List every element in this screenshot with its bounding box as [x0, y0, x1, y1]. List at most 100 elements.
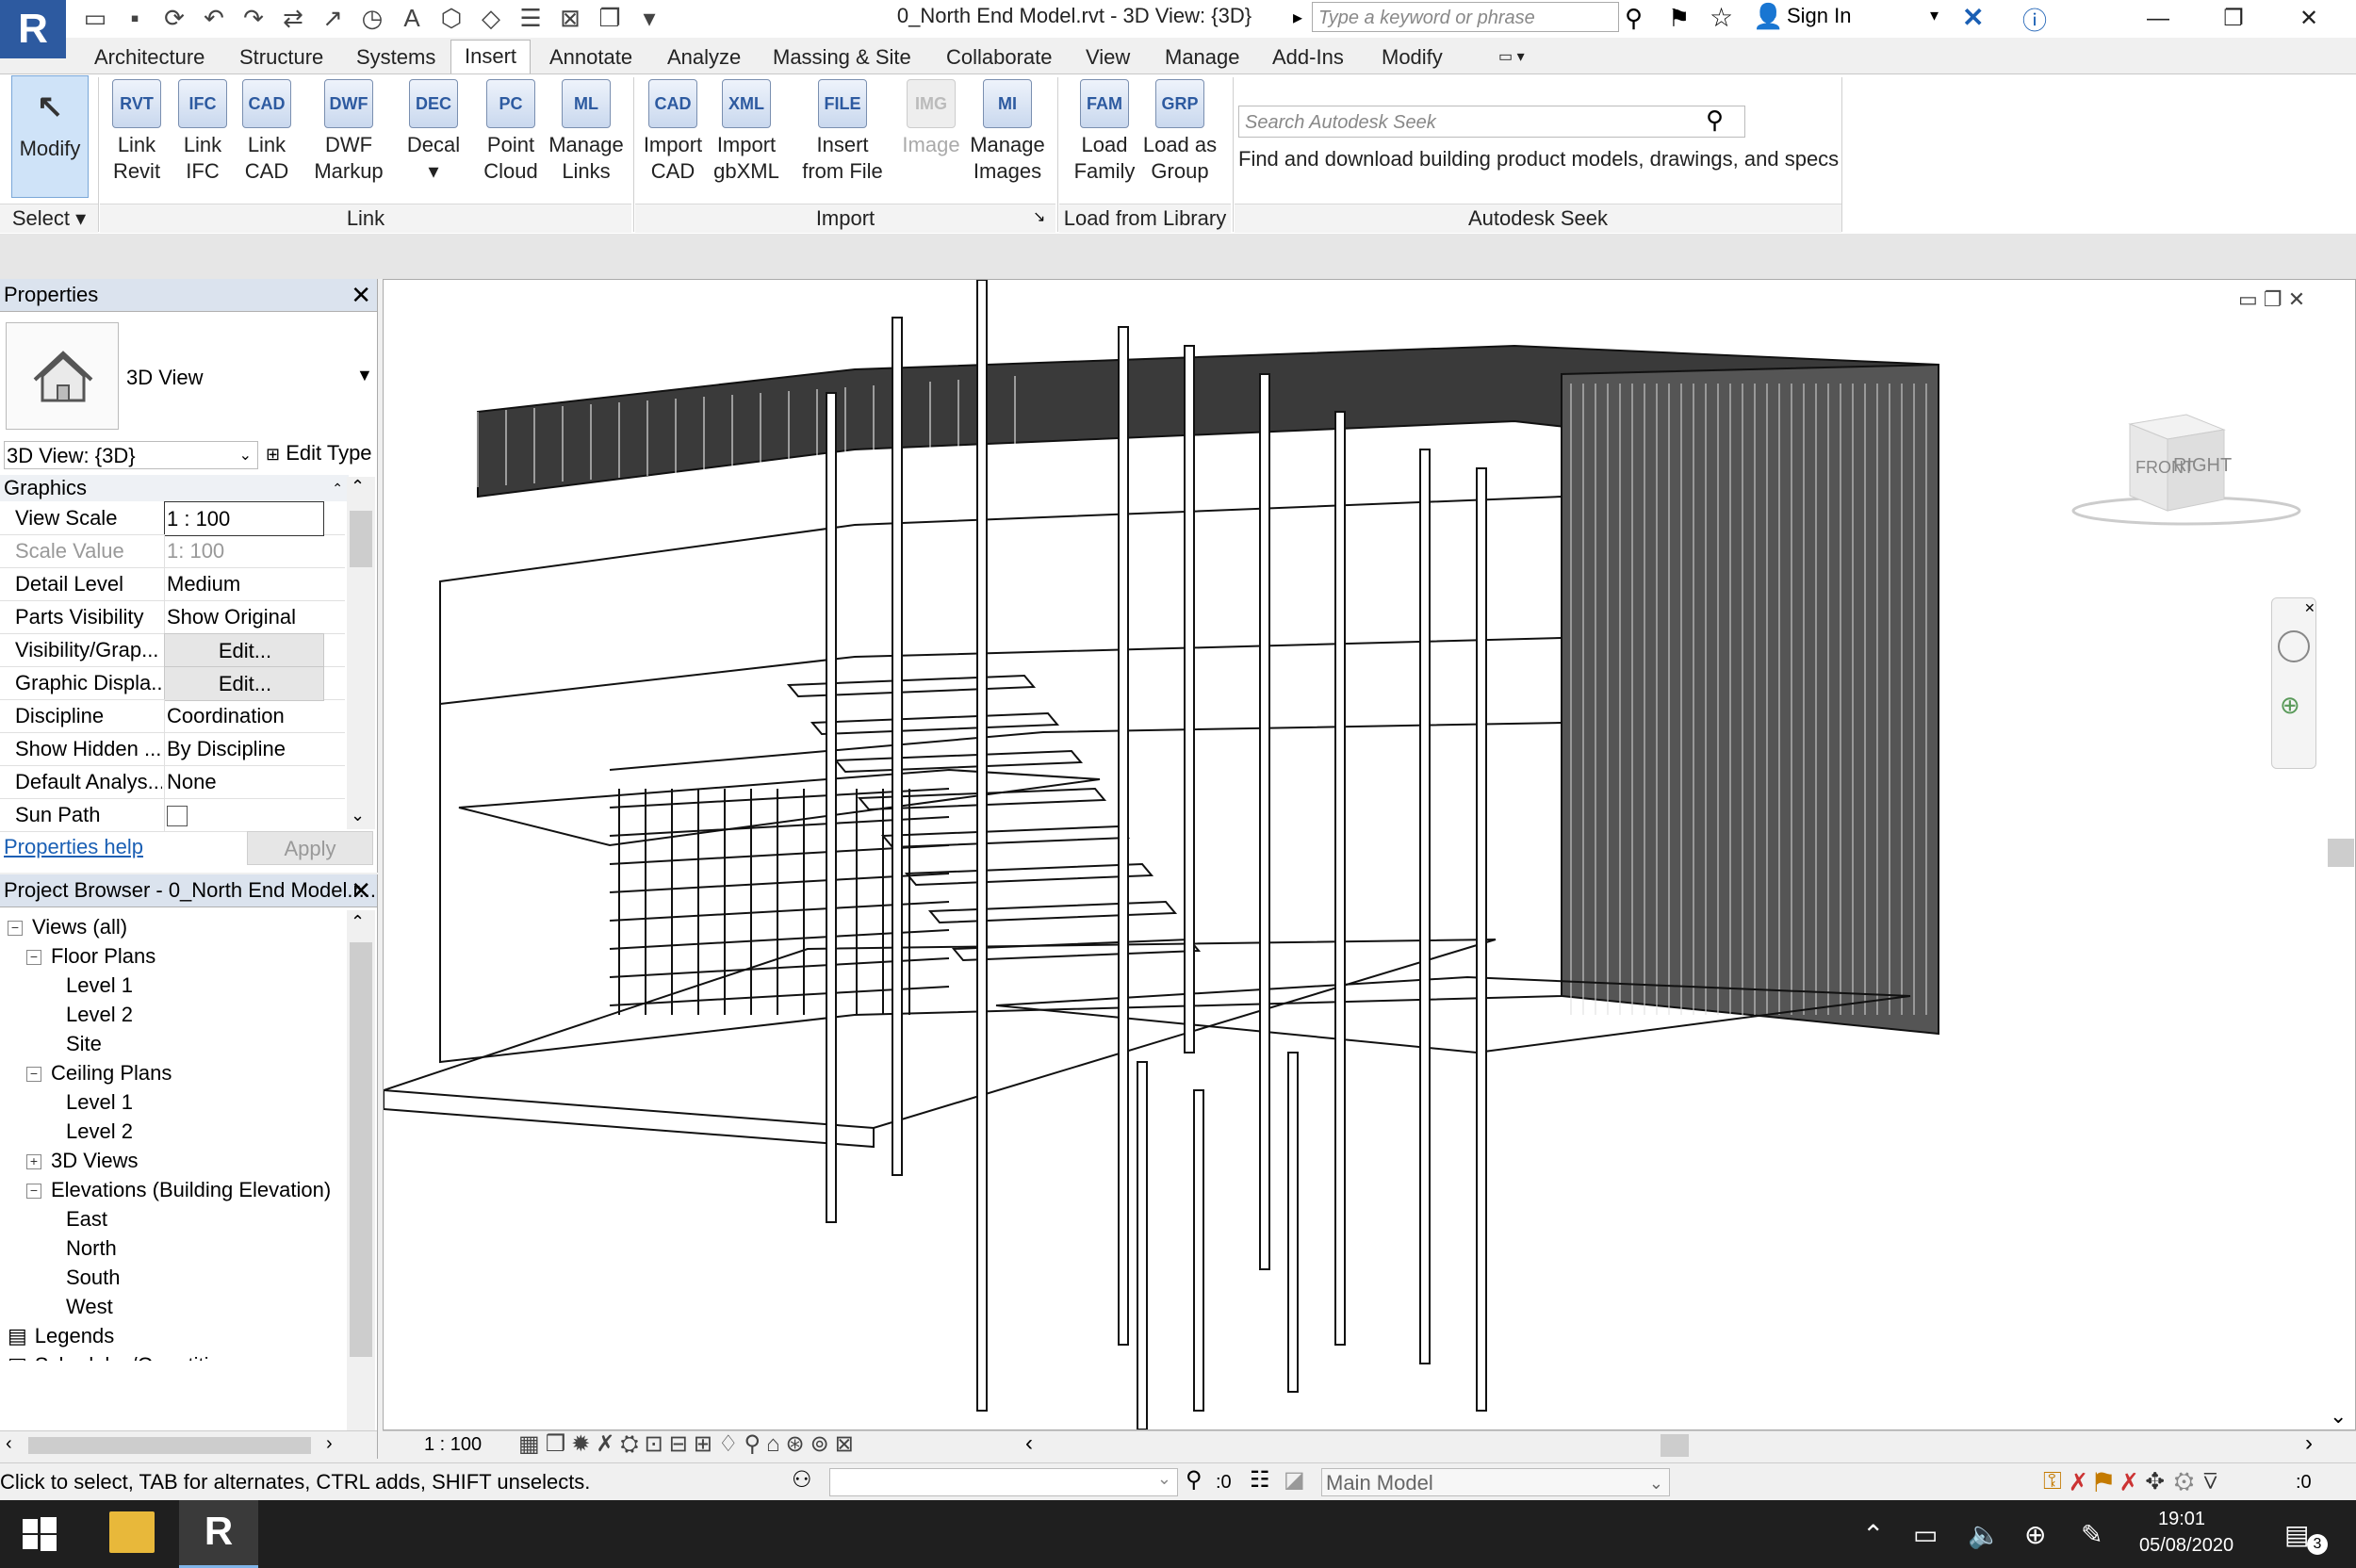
properties-help-link[interactable]: Properties help [4, 835, 143, 859]
close-icon[interactable]: ✕ [2304, 600, 2315, 616]
tree-item[interactable]: − Views (all) [8, 912, 345, 941]
battery-icon[interactable]: ▭ [1913, 1519, 1938, 1550]
select-links-icon[interactable]: ⚿ [2043, 1466, 2071, 1494]
3d-view-icon[interactable]: ⬡ [437, 4, 466, 32]
discipline-value[interactable]: Coordination [164, 699, 346, 732]
tree-item[interactable]: ▤ Schedules/Quantities [8, 1350, 345, 1361]
3d-model-viewport[interactable]: ▭ ❐ ✕ [383, 279, 2356, 1430]
tab-architecture[interactable]: Architecture [94, 41, 205, 74]
customize-qat-icon[interactable]: ▾ [635, 4, 663, 32]
decal-button[interactable]: DEC Decal ▾ [400, 75, 467, 185]
load-as-group-button[interactable]: GRP Load as Group [1140, 75, 1219, 185]
scroll-right-icon[interactable]: › [2305, 1430, 2313, 1457]
editable-only-icon[interactable]: ⚲ [1186, 1466, 1203, 1494]
crop-view-icon[interactable]: ⊡ [645, 1431, 669, 1457]
text-icon[interactable]: A [398, 4, 426, 32]
exchange-apps-icon[interactable]: ✕ [1962, 2, 1984, 33]
building-model-drawing[interactable] [384, 280, 2356, 1430]
instance-filter-select[interactable]: 3D View: {3D} ⌄ [4, 441, 258, 469]
subscription-icon[interactable]: ⚑ [1668, 4, 1690, 33]
scroll-left-icon[interactable]: ‹ [6, 1433, 12, 1455]
design-option-select[interactable]: Main Model ⌄ [1321, 1468, 1670, 1496]
tab-insert[interactable]: Insert [450, 40, 532, 74]
tab-add-ins[interactable]: Add-Ins [1272, 41, 1344, 74]
close-icon[interactable]: ✕ [351, 874, 371, 906]
exclude-options-icon[interactable]: ◪ [1284, 1466, 1305, 1494]
link-revit-button[interactable]: RVT Link Revit [102, 75, 172, 185]
tree-item[interactable]: North [8, 1233, 345, 1263]
scroll-thumb[interactable] [350, 942, 372, 1357]
type-selector[interactable]: 3D View [126, 366, 204, 390]
network-globe-icon[interactable]: ⊕ [2024, 1519, 2046, 1550]
design-options-icon[interactable]: ☷ [1250, 1466, 1270, 1494]
dwf-markup-button[interactable]: DWF DWF Markup [305, 75, 392, 185]
tab-massing-site[interactable]: Massing & Site [773, 41, 911, 74]
scroll-thumb[interactable] [28, 1437, 311, 1454]
notifications-icon[interactable]: ▤ [2284, 1519, 2309, 1550]
pen-icon[interactable]: ✎ [2081, 1519, 2102, 1550]
link-ifc-button[interactable]: IFC Link IFC [168, 75, 237, 185]
binoculars-icon[interactable]: ⚲ [1625, 4, 1643, 33]
tree-item[interactable]: West [8, 1292, 345, 1321]
redo-icon[interactable]: ↷ [239, 4, 268, 32]
collapse-icon[interactable]: − [26, 950, 41, 966]
scroll-left-icon[interactable]: ‹ [1025, 1430, 1033, 1457]
taskbar-clock[interactable]: 19:01 05/08/2020 [2139, 1506, 2233, 1559]
help-search-input[interactable]: Type a keyword or phrase [1312, 2, 1619, 32]
apply-button[interactable]: Apply [247, 831, 373, 865]
seek-search-input[interactable]: Search Autodesk Seek [1238, 106, 1745, 138]
scroll-up-icon[interactable]: ⌃ [351, 477, 365, 497]
collapse-icon[interactable]: − [26, 1067, 41, 1083]
worksharing-display-icon[interactable]: ⌂ [766, 1431, 786, 1457]
horizontal-scroll-thumb[interactable] [1661, 1434, 1689, 1457]
analytical-model-icon[interactable]: ⊚ [810, 1431, 835, 1457]
temporary-view-icon[interactable]: ⊛ [786, 1431, 810, 1457]
detail-level-icon[interactable]: ▦ [518, 1431, 546, 1457]
sun-path-icon[interactable]: ✹ [571, 1431, 596, 1457]
view-scale-field[interactable]: 1 : 100 [164, 501, 324, 536]
volume-icon[interactable]: 🔈 [1968, 1519, 2001, 1550]
close-hidden-icon[interactable]: ⊠ [556, 4, 584, 32]
ribbon-minimize-icon[interactable]: ▭ ▾ [1498, 41, 1525, 74]
scroll-right-icon[interactable]: › [326, 1433, 333, 1455]
show-crop-icon[interactable]: ⊟ [669, 1431, 694, 1457]
tab-modify[interactable]: Modify [1382, 41, 1443, 74]
tree-item[interactable]: Level 1 [8, 1087, 345, 1117]
visual-style-icon[interactable]: ❒ [546, 1431, 572, 1457]
tree-item[interactable]: − Floor Plans [8, 941, 345, 971]
revit-taskbar-icon[interactable]: R [179, 1500, 258, 1568]
expand-icon[interactable]: + [26, 1154, 41, 1170]
viewcube-icon[interactable]: FRONT RIGHT [2064, 405, 2309, 537]
highlight-displacement-icon[interactable]: ⊠ [835, 1431, 859, 1457]
browser-scrollbar[interactable]: ⌃ ⌄ [347, 910, 375, 1447]
link-cad-button[interactable]: CAD Link CAD [232, 75, 302, 185]
tree-item[interactable]: Level 2 [8, 1000, 345, 1029]
scroll-down-icon[interactable]: ⌄ [2330, 1404, 2347, 1429]
collapse-icon[interactable]: − [26, 1184, 41, 1200]
edit-type-button[interactable]: ⊞ Edit Type [266, 441, 372, 466]
dimension-icon[interactable]: ↗ [319, 4, 347, 32]
help-icon[interactable]: ⓘ [2022, 2, 2047, 37]
minimize-button[interactable]: — [2130, 0, 2186, 38]
thin-lines-icon[interactable]: ☰ [516, 4, 545, 32]
sign-in-link[interactable]: Sign In [1787, 4, 1852, 28]
render-icon[interactable]: ⛭ [620, 1431, 644, 1457]
graphic-display-edit-button[interactable]: Edit... [164, 666, 324, 701]
default-analysis-value[interactable]: None [164, 765, 346, 798]
tree-item[interactable]: − Ceiling Plans [8, 1058, 345, 1087]
point-cloud-button[interactable]: PC Point Cloud [475, 75, 547, 185]
tree-item[interactable]: +3D Views [8, 1146, 345, 1175]
import-gbxml-button[interactable]: XML Import gbXML [709, 75, 784, 185]
parts-visibility-value[interactable]: Show Original [164, 600, 346, 633]
steering-wheel-icon[interactable] [2278, 630, 2310, 662]
select-panel-label[interactable]: Select ▾ [0, 204, 98, 233]
binoculars-icon[interactable]: ⚲ [1706, 106, 1724, 135]
open-icon[interactable]: ▭ [81, 4, 109, 32]
sync-icon[interactable]: ⟳ [160, 4, 188, 32]
worksets-select[interactable]: ⌄ [829, 1468, 1178, 1496]
windows-start-icon[interactable] [21, 1515, 58, 1553]
import-cad-button[interactable]: CAD Import CAD [637, 75, 709, 185]
switch-windows-icon[interactable]: ❐ [596, 4, 624, 32]
close-icon[interactable]: ✕ [351, 279, 371, 311]
tree-item[interactable]: ▤ Legends [8, 1321, 345, 1350]
